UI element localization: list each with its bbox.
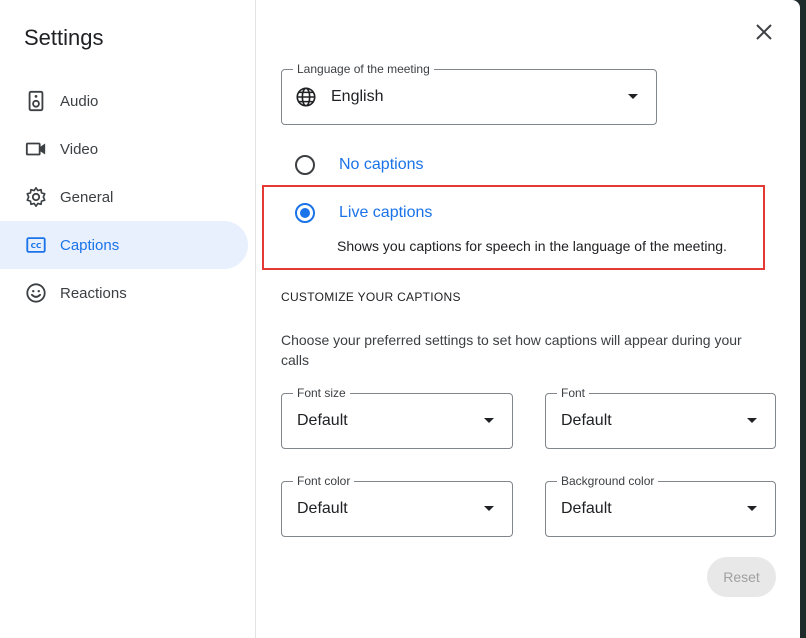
font-color-label: Font color [293,473,355,489]
live-captions-highlight [262,185,765,270]
live-captions-radio[interactable] [295,203,315,223]
close-button[interactable] [748,18,780,50]
smiley-icon [24,281,48,305]
sidebar-item-label: Audio [60,92,99,110]
font-color-select[interactable]: Font color Default [281,473,513,537]
sidebar-item-reactions[interactable]: Reactions [0,269,248,317]
globe-icon [295,86,317,108]
sidebar-item-audio[interactable]: Audio [0,77,248,125]
speaker-icon [24,89,48,113]
background-color-value: Default [561,500,612,517]
font-size-label: Font size [293,385,350,401]
no-captions-label: No captions [339,156,424,173]
chevron-down-icon [628,94,638,99]
sidebar-item-label: Video [60,140,99,158]
close-icon [755,23,773,46]
settings-sidebar: Settings Audio Video General CC Captions [0,0,256,638]
font-size-value: Default [297,412,348,429]
font-color-value: Default [297,500,348,517]
gear-icon [24,185,48,209]
chevron-down-icon [484,418,494,423]
sidebar-title: Settings [24,25,104,50]
live-captions-option[interactable]: Live captions [295,203,432,223]
sidebar-item-general[interactable]: General [0,173,248,221]
chevron-down-icon [747,418,757,423]
closed-captions-icon: CC [24,233,48,257]
font-select[interactable]: Font Default [545,385,776,449]
font-value: Default [561,412,612,429]
customize-section-title: CUSTOMIZE YOUR CAPTIONS [281,290,461,304]
sidebar-item-video[interactable]: Video [0,125,248,173]
no-captions-option[interactable]: No captions [295,155,424,175]
font-label: Font [557,385,590,401]
sidebar-item-label: Captions [60,236,120,254]
settings-dialog: Settings Audio Video General CC Captions [0,0,800,638]
customize-section-description: Choose your preferred settings to set ho… [281,332,742,368]
language-field-label: Language of the meeting [293,61,434,77]
background-color-select[interactable]: Background color Default [545,473,776,537]
svg-text:CC: CC [31,241,42,250]
reset-button[interactable]: Reset [707,557,776,597]
live-captions-description: Shows you captions for speech in the lan… [337,238,727,254]
video-camera-icon [24,137,48,161]
chevron-down-icon [484,506,494,511]
chevron-down-icon [747,506,757,511]
background-color-label: Background color [557,473,659,489]
language-value: English [331,88,384,105]
font-size-select[interactable]: Font size Default [281,385,513,449]
sidebar-item-label: General [60,188,114,206]
sidebar-item-captions[interactable]: CC Captions [0,221,248,269]
live-captions-label: Live captions [339,204,433,221]
sidebar-item-label: Reactions [60,284,127,302]
no-captions-radio[interactable] [295,155,315,175]
language-select[interactable]: Language of the meeting English [281,61,657,125]
